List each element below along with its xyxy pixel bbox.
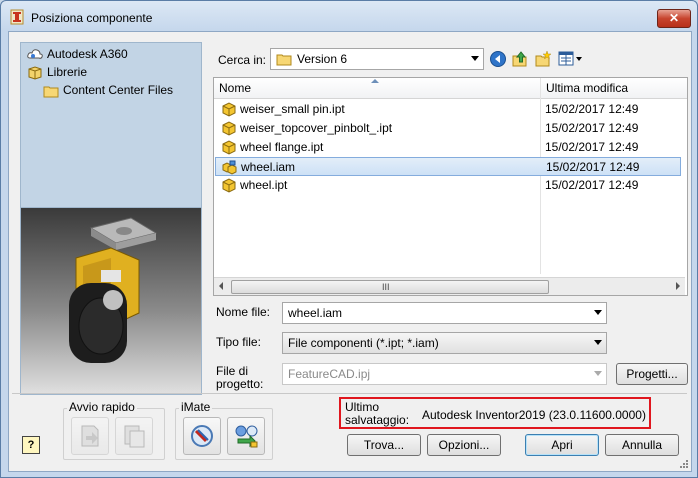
- file-row[interactable]: weiser_topcover_pinbolt_.ipt 15/02/2017 …: [215, 119, 681, 138]
- up-folder-icon[interactable]: [511, 50, 529, 68]
- scrollbar-grip: III: [382, 282, 390, 292]
- place-item-a360[interactable]: Autodesk A360: [27, 47, 128, 62]
- lookin-value: Version 6: [297, 52, 348, 66]
- chevron-down-icon: [594, 371, 602, 376]
- quicklaunch-recent-button: [71, 417, 109, 455]
- chevron-down-icon[interactable]: [594, 340, 602, 345]
- part-icon: [222, 140, 236, 155]
- project-label-line2: progetto:: [216, 377, 264, 391]
- place-item-content-center[interactable]: Content Center Files: [43, 83, 173, 98]
- cloud-icon: [27, 49, 43, 59]
- imate-title: iMate: [179, 400, 213, 414]
- component-files-icon: [124, 425, 145, 448]
- back-icon[interactable]: [489, 50, 507, 68]
- quicklaunch-title: Avvio rapido: [67, 400, 137, 414]
- caster-wheel-preview-image: [69, 217, 158, 363]
- open-button[interactable]: Apri: [525, 434, 599, 456]
- recent-files-icon: [81, 425, 99, 447]
- new-folder-icon[interactable]: [534, 50, 552, 68]
- file-date: 15/02/2017 12:49: [545, 102, 639, 116]
- separator: [12, 393, 687, 394]
- place-label: Librerie: [47, 65, 88, 79]
- filetype-value: File componenti (*.ipt; *.iam): [288, 336, 439, 350]
- filename-value: wheel.iam: [288, 306, 343, 320]
- saved-label-line1: Ultimo: [345, 400, 380, 414]
- file-row[interactable]: wheel.ipt 15/02/2017 12:49: [215, 176, 681, 195]
- file-date: 15/02/2017 12:49: [545, 140, 639, 154]
- part-icon: [222, 178, 236, 193]
- project-value: FeatureCAD.ipj: [288, 367, 371, 381]
- library-icon: [28, 66, 42, 80]
- part-icon: [222, 102, 236, 117]
- file-list[interactable]: Nome Ultima modifica weiser_small pin.ip…: [213, 77, 688, 296]
- component-preview: [20, 207, 202, 395]
- project-combo: FeatureCAD.ipj: [282, 363, 607, 385]
- filetype-label: Tipo file:: [216, 335, 261, 349]
- find-button[interactable]: Trova...: [347, 434, 421, 456]
- saved-label-line2: salvataggio:: [345, 413, 410, 427]
- part-icon: [222, 121, 236, 136]
- file-row-selected[interactable]: wheel.iam 15/02/2017 12:49: [215, 157, 681, 176]
- scroll-left-icon[interactable]: [219, 282, 223, 290]
- assembly-icon: [222, 160, 237, 175]
- lookin-combo[interactable]: Version 6: [270, 48, 484, 70]
- project-label-line1: File di: [216, 364, 249, 378]
- resize-grip-icon[interactable]: [679, 459, 689, 469]
- file-name: wheel.iam: [241, 160, 296, 174]
- quicklaunch-recent2-button: [115, 417, 153, 455]
- filename-label: Nome file:: [216, 305, 271, 319]
- projects-button[interactable]: Progetti...: [616, 363, 688, 385]
- scrollbar-thumb[interactable]: III: [231, 280, 549, 294]
- sort-ascending-icon: [371, 79, 379, 83]
- inventor-app-icon: [10, 9, 24, 25]
- file-row[interactable]: wheel flange.ipt 15/02/2017 12:49: [215, 138, 681, 157]
- file-name: weiser_topcover_pinbolt_.ipt: [240, 121, 393, 135]
- options-button[interactable]: Opzioni...: [427, 434, 501, 456]
- saved-value: Autodesk Inventor2019 (23.0.11600.0000): [422, 408, 646, 422]
- folder-icon: [43, 86, 59, 98]
- file-name: wheel flange.ipt: [240, 140, 324, 154]
- chevron-down-icon[interactable]: [471, 56, 479, 61]
- imate-auto-icon: [235, 425, 258, 448]
- lookin-label: Cerca in:: [218, 53, 267, 67]
- view-menu-icon[interactable]: [558, 50, 584, 68]
- imate-auto-button[interactable]: [227, 417, 265, 455]
- place-label: Content Center Files: [63, 83, 174, 97]
- imate-interactive-button[interactable]: [183, 417, 221, 455]
- filename-combo[interactable]: wheel.iam: [282, 302, 607, 324]
- help-icon[interactable]: ?: [22, 436, 40, 454]
- imate-place-icon: [191, 425, 213, 447]
- dialog-client-area: Autodesk A360 Librerie Content Center Fi…: [8, 31, 692, 472]
- column-header-name[interactable]: Nome: [214, 78, 540, 99]
- folder-icon: [276, 54, 292, 66]
- cancel-button[interactable]: Annulla: [605, 434, 679, 456]
- horizontal-scrollbar[interactable]: III: [214, 277, 685, 295]
- place-label: Autodesk A360: [47, 47, 128, 61]
- file-name: wheel.ipt: [240, 178, 288, 192]
- places-panel: Autodesk A360 Librerie Content Center Fi…: [20, 42, 202, 216]
- window-title: Posiziona componente: [31, 11, 153, 25]
- file-date: 15/02/2017 12:49: [545, 178, 639, 192]
- filetype-combo[interactable]: File componenti (*.ipt; *.iam): [282, 332, 607, 354]
- file-row[interactable]: weiser_small pin.ipt 15/02/2017 12:49: [215, 100, 681, 119]
- column-header-modified[interactable]: Ultima modifica: [541, 78, 687, 99]
- place-item-librerie[interactable]: Librerie: [27, 65, 87, 80]
- scroll-right-icon[interactable]: [676, 282, 680, 290]
- file-date: 15/02/2017 12:49: [545, 121, 639, 135]
- dialog-window: Posiziona componente ✕ Autodesk A360 Lib…: [0, 0, 698, 478]
- file-name: weiser_small pin.ipt: [240, 102, 345, 116]
- close-button[interactable]: ✕: [657, 9, 691, 28]
- chevron-down-icon[interactable]: [594, 310, 602, 315]
- file-date: 15/02/2017 12:49: [546, 160, 640, 174]
